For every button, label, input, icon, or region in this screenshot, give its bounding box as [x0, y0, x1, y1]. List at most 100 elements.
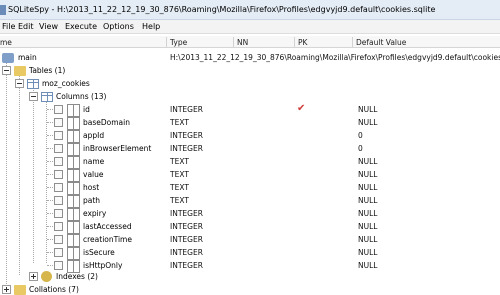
header-nn[interactable]: NN: [237, 38, 248, 47]
header-divider[interactable]: [233, 37, 234, 47]
collapse-toggle-icon[interactable]: [15, 79, 24, 88]
column-row[interactable]: isSecure INTEGER NULL: [0, 246, 500, 260]
column-type: INTEGER: [170, 105, 203, 114]
column-row[interactable]: id INTEGER ✔ NULL: [0, 103, 500, 117]
column-type: TEXT: [170, 196, 189, 205]
primary-key-check-icon: ✔: [297, 103, 306, 114]
column-type: INTEGER: [170, 235, 203, 244]
column-type: TEXT: [170, 118, 189, 127]
table-name: moz_cookies: [42, 79, 90, 88]
column-icon: [67, 117, 80, 130]
column-checkbox[interactable]: [54, 105, 63, 114]
db-name: main: [18, 53, 37, 62]
column-row[interactable]: name TEXT NULL: [0, 155, 500, 169]
column-checkbox[interactable]: [54, 144, 63, 153]
column-type: INTEGER: [170, 131, 203, 140]
menu-bar: File Edit View Execute Options Help: [0, 20, 500, 34]
tree-connector: [47, 161, 53, 162]
tree-connector: [47, 252, 53, 253]
menu-edit[interactable]: Edit: [18, 22, 34, 31]
column-row[interactable]: value TEXT NULL: [0, 168, 500, 182]
column-default: NULL: [358, 222, 378, 231]
column-checkbox[interactable]: [54, 261, 63, 270]
tree-row-collations[interactable]: Collations (7): [0, 283, 500, 295]
column-checkbox[interactable]: [54, 170, 63, 179]
column-type: INTEGER: [170, 248, 203, 257]
tree-row-tables[interactable]: Tables (1): [0, 64, 500, 77]
indexes-label: Indexes (2): [56, 272, 98, 281]
header-divider[interactable]: [352, 37, 353, 47]
menu-options[interactable]: Options: [103, 22, 134, 31]
column-name: lastAccessed: [83, 222, 132, 231]
column-name: id: [83, 105, 90, 114]
tree-row-indexes[interactable]: Indexes (2): [0, 270, 500, 283]
app-icon: [0, 5, 6, 15]
tree-connector: [47, 187, 53, 188]
column-checkbox[interactable]: [54, 157, 63, 166]
tree-connector: [47, 239, 53, 240]
collapse-toggle-icon[interactable]: [29, 92, 38, 101]
column-icon: [67, 143, 80, 156]
folder-icon: [14, 285, 26, 295]
column-checkbox[interactable]: [54, 183, 63, 192]
tree-connector: [47, 174, 53, 175]
column-icon: [67, 156, 80, 169]
column-checkbox[interactable]: [54, 235, 63, 244]
column-icon: [67, 221, 80, 234]
column-name: creationTime: [83, 235, 132, 244]
column-checkbox[interactable]: [54, 222, 63, 231]
schema-column-headers: me Type NN PK Default Value: [0, 36, 500, 48]
column-icon: [67, 130, 80, 143]
column-name: isSecure: [83, 248, 115, 257]
column-checkbox[interactable]: [54, 209, 63, 218]
header-name[interactable]: me: [0, 38, 12, 47]
column-name: appId: [83, 131, 105, 140]
tree-connector: [47, 213, 53, 214]
column-default: 0: [358, 144, 363, 153]
column-default: NULL: [358, 118, 378, 127]
tree-row-main[interactable]: main H:\2013_11_22_12_19_30_876\Roaming\…: [0, 51, 500, 64]
column-icon: [67, 104, 80, 117]
index-icon: [41, 271, 52, 282]
column-row[interactable]: inBrowserElement INTEGER 0: [0, 142, 500, 156]
menu-help[interactable]: Help: [142, 22, 160, 31]
column-default: NULL: [358, 209, 378, 218]
column-name: host: [83, 183, 100, 192]
header-divider[interactable]: [166, 37, 167, 47]
tree-row-columns[interactable]: Columns (13): [0, 90, 500, 103]
header-divider[interactable]: [294, 37, 295, 47]
menu-execute[interactable]: Execute: [65, 22, 97, 31]
column-type: TEXT: [170, 157, 189, 166]
column-row[interactable]: creationTime INTEGER NULL: [0, 233, 500, 247]
expand-toggle-icon[interactable]: [2, 285, 11, 294]
column-row[interactable]: host TEXT NULL: [0, 181, 500, 195]
menu-view[interactable]: View: [39, 22, 58, 31]
column-icon: [67, 182, 80, 195]
column-name: path: [83, 196, 101, 205]
column-name: isHttpOnly: [83, 261, 123, 270]
expand-toggle-icon[interactable]: [29, 272, 38, 281]
column-default: NULL: [358, 261, 378, 270]
column-checkbox[interactable]: [54, 196, 63, 205]
column-row[interactable]: expiry INTEGER NULL: [0, 207, 500, 221]
column-default: NULL: [358, 196, 378, 205]
column-row[interactable]: appId INTEGER 0: [0, 129, 500, 143]
column-icon: [67, 247, 80, 260]
menu-file[interactable]: File: [2, 22, 15, 31]
column-default: NULL: [358, 105, 378, 114]
collapse-toggle-icon[interactable]: [2, 66, 11, 75]
column-type: INTEGER: [170, 222, 203, 231]
tree-connector: [47, 200, 53, 201]
column-checkbox[interactable]: [54, 118, 63, 127]
header-type[interactable]: Type: [170, 38, 187, 47]
column-row[interactable]: lastAccessed INTEGER NULL: [0, 220, 500, 234]
column-row[interactable]: path TEXT NULL: [0, 194, 500, 208]
header-pk[interactable]: PK: [298, 38, 307, 47]
db-path: H:\2013_11_22_12_19_30_876\Roaming\Mozil…: [170, 53, 500, 62]
header-default-value[interactable]: Default Value: [356, 38, 406, 47]
tree-row-table-moz-cookies[interactable]: moz_cookies: [0, 77, 500, 90]
folder-icon: [14, 66, 26, 76]
column-row[interactable]: baseDomain TEXT NULL: [0, 116, 500, 130]
column-checkbox[interactable]: [54, 248, 63, 257]
column-checkbox[interactable]: [54, 131, 63, 140]
